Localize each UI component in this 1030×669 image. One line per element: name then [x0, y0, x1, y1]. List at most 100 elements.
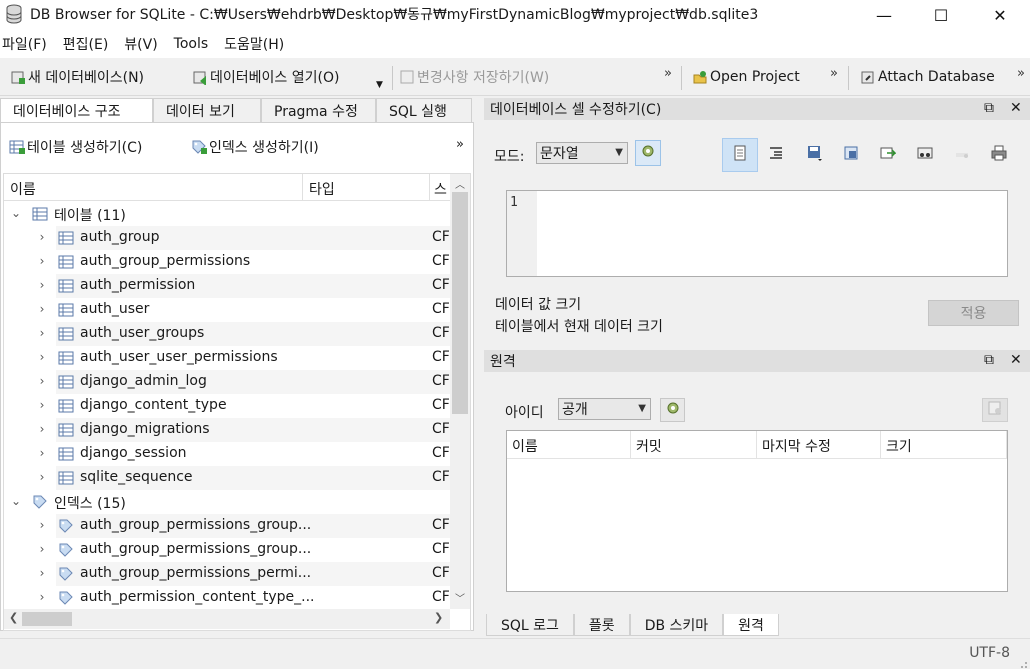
float-dock-icon[interactable]: ⧉	[984, 352, 994, 368]
tree-horizontal-scrollbar[interactable]: ❮ ❯	[4, 609, 450, 629]
column-header-size[interactable]: 크기	[881, 431, 1007, 459]
open-external-button[interactable]	[907, 138, 943, 172]
tree-item[interactable]: › auth_permission CF	[4, 274, 450, 298]
collapse-chevron-icon[interactable]: ⌄	[9, 494, 23, 508]
print-button[interactable]	[981, 138, 1017, 172]
attach-database-button[interactable]: Attach Database	[860, 66, 995, 88]
apply-button[interactable]: 적용	[928, 300, 1019, 326]
expand-chevron-icon[interactable]: ›	[35, 230, 49, 244]
float-dock-icon[interactable]: ⧉	[984, 100, 994, 116]
create-index-button[interactable]: 인덱스 생성하기(I)	[191, 137, 319, 157]
column-header-schema[interactable]: 스	[434, 179, 447, 199]
expand-chevron-icon[interactable]: ›	[35, 470, 49, 484]
import-button[interactable]	[796, 138, 832, 172]
resize-grip-icon[interactable]	[1018, 657, 1028, 668]
minimize-button[interactable]: —	[861, 0, 907, 30]
tab-browse-data[interactable]: 데이터 보기	[153, 98, 261, 122]
column-header-name[interactable]: 이름	[507, 431, 631, 459]
scroll-left-icon[interactable]: ❮	[9, 611, 18, 624]
tree-item[interactable]: › auth_user CF	[4, 298, 450, 322]
close-dock-icon[interactable]: ✕	[1010, 100, 1022, 116]
close-dock-icon[interactable]: ✕	[1010, 352, 1022, 368]
tab-plot[interactable]: 플롯	[573, 614, 630, 636]
column-header-name[interactable]: 이름	[10, 179, 36, 199]
maximize-button[interactable]: ☐	[918, 0, 964, 30]
expand-chevron-icon[interactable]: ›	[35, 374, 49, 388]
indent-button[interactable]	[758, 138, 794, 172]
tree-item[interactable]: › django_admin_log CF	[4, 370, 450, 394]
expand-chevron-icon[interactable]: ›	[35, 542, 49, 556]
collapse-chevron-icon[interactable]: ⌄	[9, 206, 23, 220]
tab-execute-sql[interactable]: SQL 실행	[376, 98, 472, 122]
column-divider[interactable]	[429, 174, 430, 201]
tree-item[interactable]: › auth_user_groups CF	[4, 322, 450, 346]
scroll-thumb[interactable]	[22, 612, 72, 626]
menu-help[interactable]: 도움말(H)	[224, 34, 292, 54]
menu-file[interactable]: 파일(F)	[2, 34, 55, 54]
expand-chevron-icon[interactable]: ›	[35, 302, 49, 316]
save-changes-button[interactable]: 변경사항 저장하기(W)	[399, 66, 549, 88]
open-project-button[interactable]: Open Project	[692, 66, 800, 88]
close-window-button[interactable]: ✕	[977, 0, 1023, 30]
expand-chevron-icon[interactable]: ›	[35, 326, 49, 340]
expand-chevron-icon[interactable]: ›	[35, 350, 49, 364]
open-database-button[interactable]: 데이터베이스 열기(O)	[192, 66, 339, 88]
tree-group-tables[interactable]: ⌄ 테이블 (11)	[4, 202, 450, 226]
menu-edit[interactable]: 편집(E)	[63, 34, 117, 54]
auto-switch-mode-button[interactable]	[635, 140, 661, 166]
tab-sql-log[interactable]: SQL 로그	[486, 614, 574, 636]
tree-item[interactable]: › django_session CF	[4, 442, 450, 466]
tree-item[interactable]: › django_content_type CF	[4, 394, 450, 418]
tab-db-schema[interactable]: DB 스키마	[629, 614, 724, 636]
scroll-right-icon[interactable]: ❯	[434, 611, 443, 624]
export-button[interactable]	[833, 138, 869, 172]
tree-item[interactable]: › auth_group_permissions_group... CF	[4, 514, 450, 538]
tree-item[interactable]: › auth_group CF	[4, 226, 450, 250]
scroll-down-icon[interactable]: ﹀	[450, 590, 470, 606]
expand-chevron-icon[interactable]: ›	[35, 254, 49, 268]
column-header-commit[interactable]: 커밋	[631, 431, 757, 459]
scroll-up-icon[interactable]: ︿	[450, 176, 470, 192]
identity-select[interactable]: 공개 ▼	[558, 398, 651, 420]
tab-database-structure[interactable]: 데이터베이스 구조	[0, 98, 153, 123]
tab-pragma[interactable]: Pragma 수정	[261, 98, 376, 122]
tree-item[interactable]: › auth_group_permissions CF	[4, 250, 450, 274]
remote-push-button[interactable]	[982, 398, 1008, 422]
expand-chevron-icon[interactable]: ›	[35, 446, 49, 460]
toolbar-overflow-icon[interactable]: »	[830, 66, 838, 81]
column-header-type[interactable]: 타입	[309, 179, 335, 199]
toolbar-overflow-icon[interactable]: »	[664, 66, 672, 81]
column-divider[interactable]	[302, 174, 303, 201]
tree-item[interactable]: › auth_permission_content_type_... CF	[4, 586, 450, 610]
expand-chevron-icon[interactable]: ›	[35, 590, 49, 604]
tree-item[interactable]: › django_migrations CF	[4, 418, 450, 442]
toolbar-overflow-icon[interactable]: »	[1017, 66, 1025, 81]
tree-group-indexes[interactable]: ⌄ 인덱스 (15)	[4, 490, 450, 514]
schema-tree[interactable]: 이름 타입 스 ⌄ 테이블 (11) › auth_group CF › auth_gr…	[3, 173, 471, 631]
column-header-last-modified[interactable]: 마지막 수정	[757, 431, 881, 459]
tree-item[interactable]: › sqlite_sequence CF	[4, 466, 450, 490]
expand-chevron-icon[interactable]: ›	[35, 398, 49, 412]
tree-vertical-scrollbar[interactable]: ︿ ﹀	[450, 174, 470, 609]
expand-chevron-icon[interactable]: ›	[35, 518, 49, 532]
expand-chevron-icon[interactable]: ›	[35, 422, 49, 436]
menu-tools[interactable]: Tools	[174, 36, 217, 52]
identity-settings-button[interactable]	[660, 398, 685, 422]
tree-item[interactable]: › auth_group_permissions_permi... CF	[4, 562, 450, 586]
expand-chevron-icon[interactable]: ›	[35, 566, 49, 580]
create-table-button[interactable]: 테이블 생성하기(C)	[9, 137, 142, 157]
word-wrap-button[interactable]	[722, 138, 758, 172]
tab-remote[interactable]: 원격	[723, 614, 779, 636]
menu-view[interactable]: 뷰(V)	[124, 34, 165, 54]
set-null-button[interactable]	[870, 138, 906, 172]
scroll-thumb[interactable]	[452, 192, 468, 414]
cancel-edit-button[interactable]	[944, 138, 980, 172]
new-database-button[interactable]: 새 데이터베이스(N)	[10, 66, 144, 88]
expand-chevron-icon[interactable]: ›	[35, 278, 49, 292]
mode-select[interactable]: 문자열 ▼	[536, 142, 628, 164]
open-database-dropdown-icon[interactable]: ▼	[376, 80, 383, 90]
structure-toolbar-overflow-icon[interactable]: »	[456, 137, 464, 152]
remote-files-table[interactable]: 이름 커밋 마지막 수정 크기	[506, 430, 1008, 592]
cell-editor[interactable]: 1	[506, 190, 1008, 277]
tree-item[interactable]: › auth_user_user_permissions CF	[4, 346, 450, 370]
